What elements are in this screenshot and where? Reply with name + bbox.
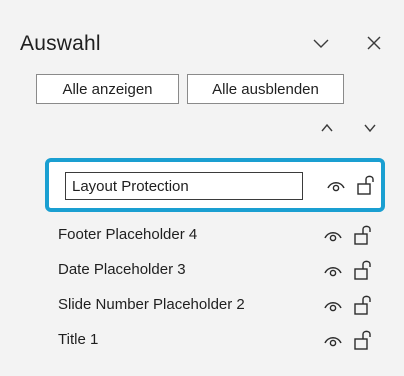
eye-icon[interactable] <box>322 329 344 351</box>
unlocked-icon[interactable] <box>352 259 374 281</box>
chevron-down-icon <box>363 120 377 138</box>
pane-title: Auswahl <box>20 32 101 55</box>
unlocked-icon[interactable] <box>352 329 374 351</box>
chevron-down-icon[interactable] <box>308 30 334 56</box>
list-item-label: Footer Placeholder 4 <box>58 226 198 243</box>
eye-icon[interactable] <box>322 224 344 246</box>
unlocked-icon[interactable] <box>352 294 374 316</box>
list-item[interactable]: Title 1 <box>48 323 388 357</box>
chevron-up-icon <box>320 120 334 138</box>
list-item-label: Date Placeholder 3 <box>58 261 186 278</box>
list-item[interactable]: Slide Number Placeholder 2 <box>48 288 388 322</box>
unlocked-icon[interactable] <box>352 224 374 246</box>
list-item-label: Title 1 <box>58 331 99 348</box>
unlocked-icon[interactable] <box>355 174 377 196</box>
list-item[interactable]: Footer Placeholder 4 <box>48 218 388 252</box>
show-all-button[interactable]: Alle anzeigen <box>36 74 179 104</box>
list-item-label: Slide Number Placeholder 2 <box>58 296 245 313</box>
eye-icon[interactable] <box>322 259 344 281</box>
move-up-button[interactable] <box>314 116 340 142</box>
move-down-button[interactable] <box>357 116 383 142</box>
selection-pane: Auswahl Alle anzeigen Alle ausblenden La… <box>0 0 404 376</box>
selected-item-frame <box>45 158 385 212</box>
eye-icon[interactable] <box>322 294 344 316</box>
eye-icon[interactable] <box>325 174 347 196</box>
list-item[interactable]: Date Placeholder 3 <box>48 253 388 287</box>
close-icon[interactable] <box>361 30 387 56</box>
hide-all-button[interactable]: Alle ausblenden <box>187 74 344 104</box>
rename-input[interactable] <box>65 172 303 200</box>
